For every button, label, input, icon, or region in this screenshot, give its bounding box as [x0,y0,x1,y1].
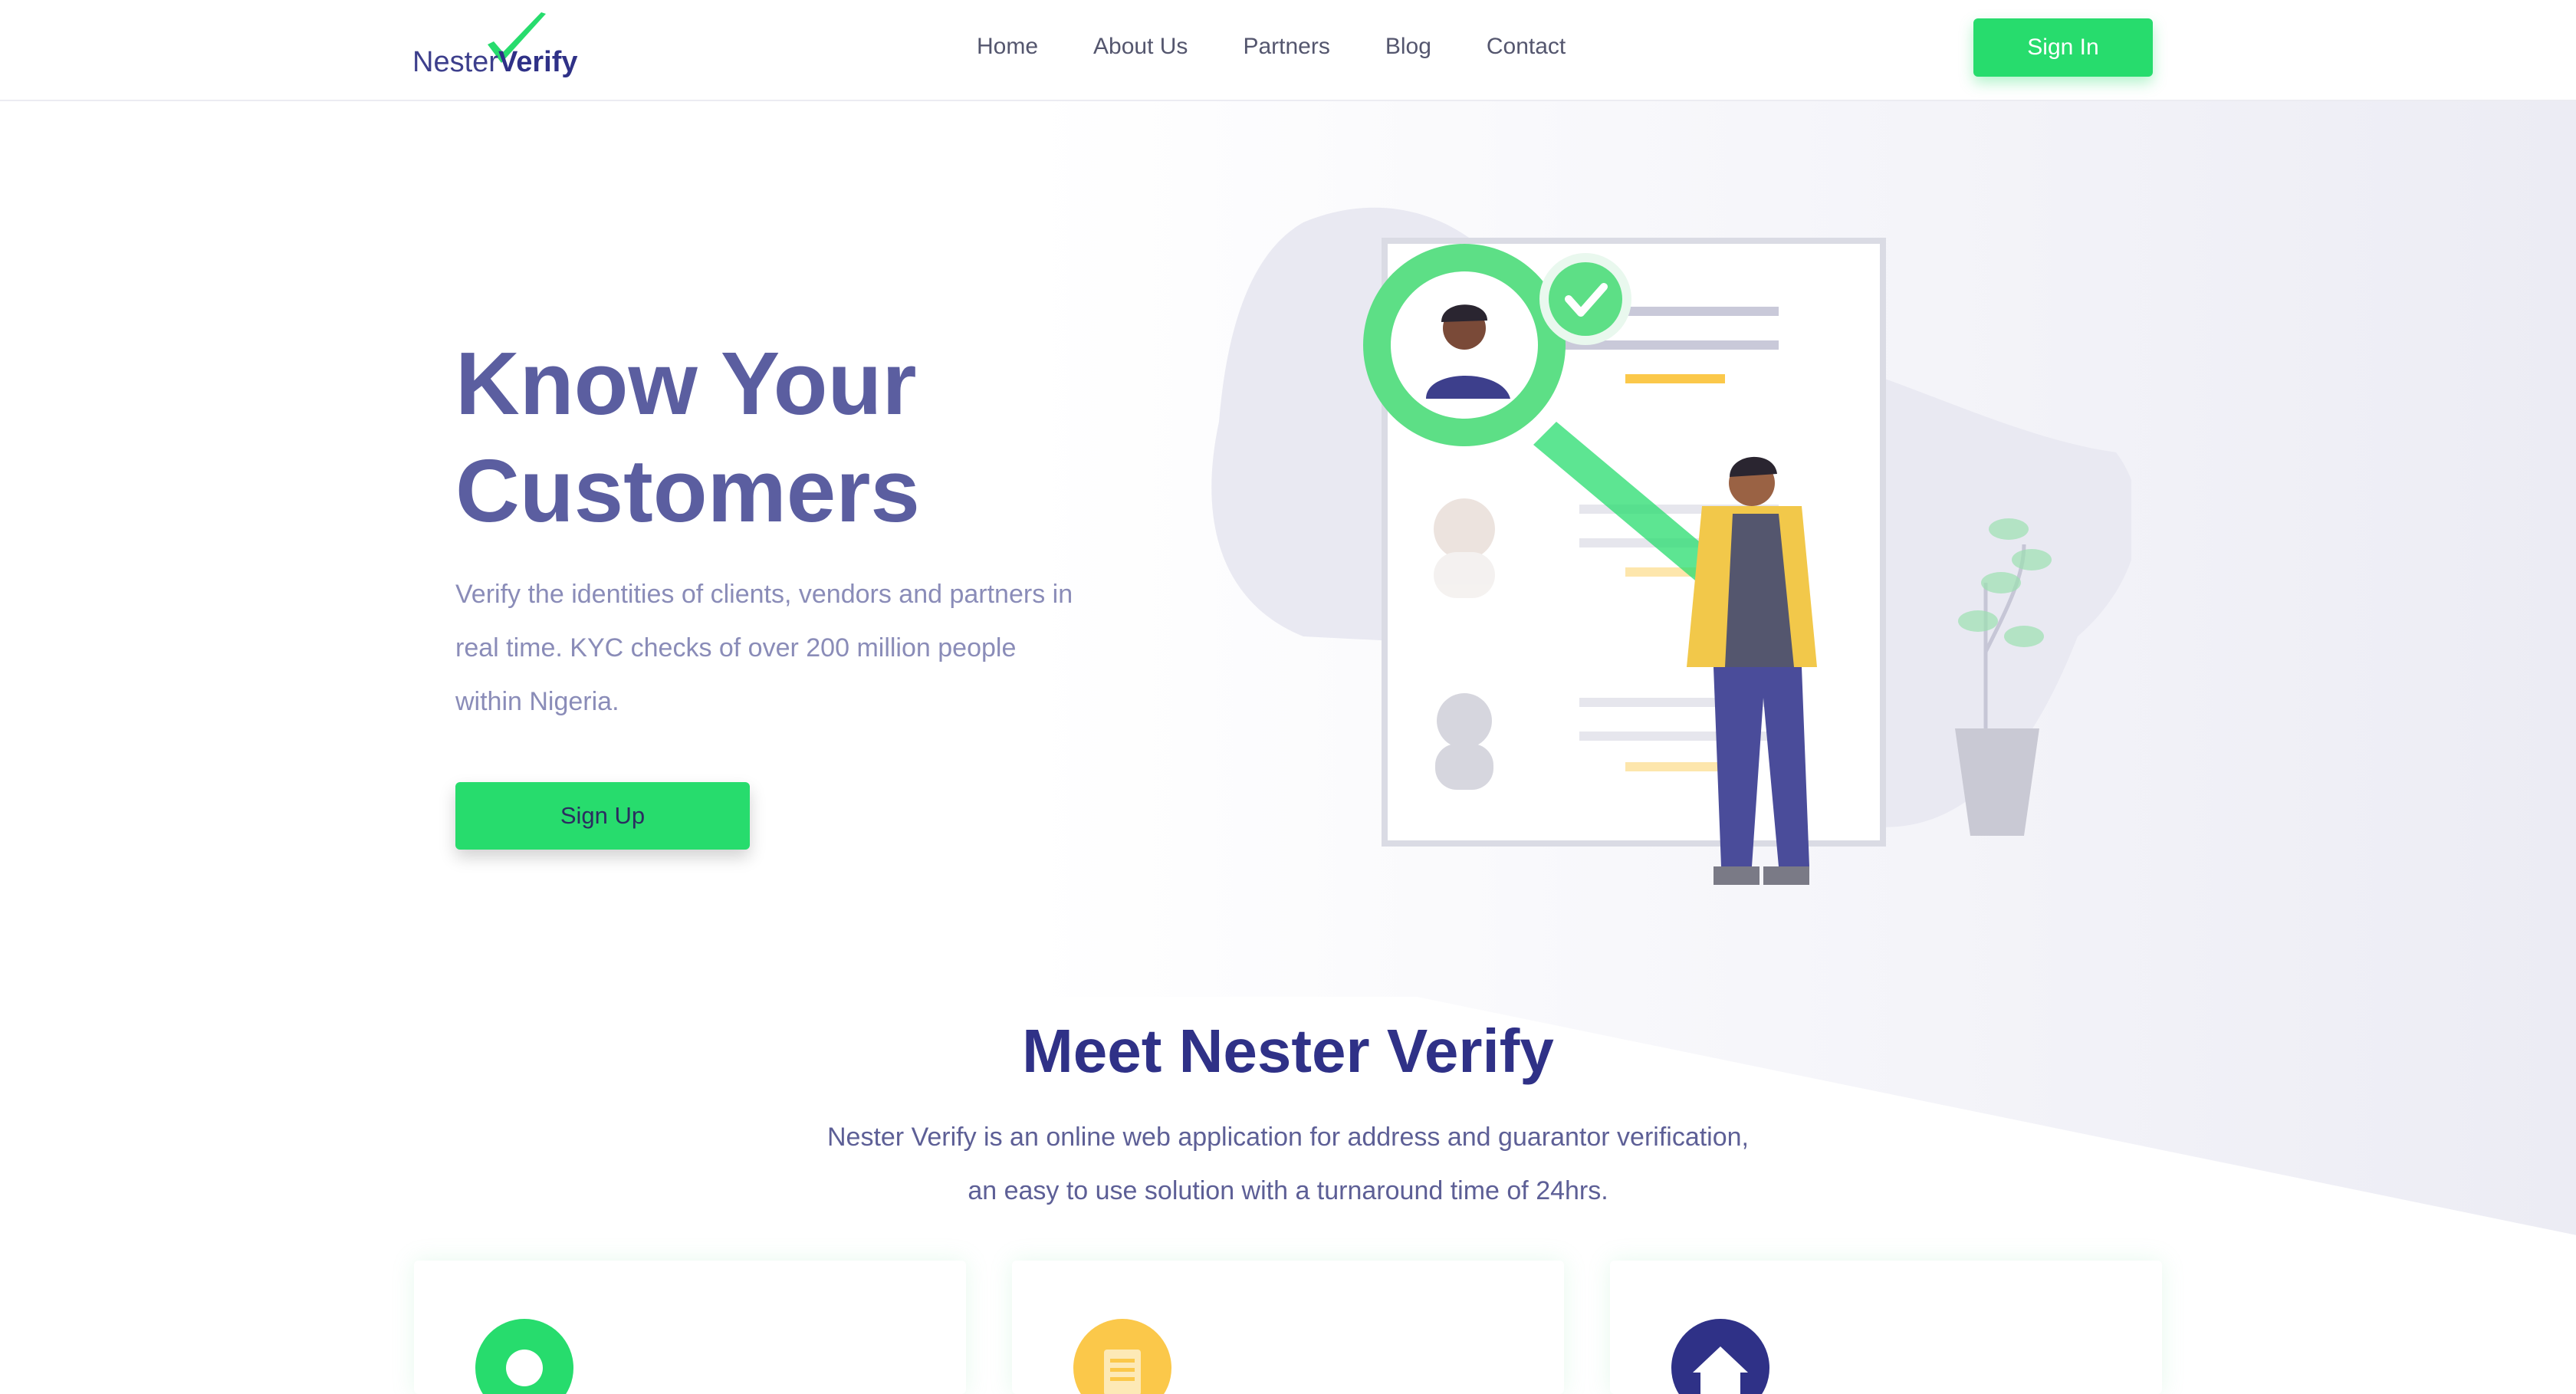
meet-description-line-1: Nester Verify is an online web applicati… [826,1123,1749,1152]
nav-contact[interactable]: Contact [1487,34,1566,60]
hero-title-line-2: Customers [455,441,920,541]
home-icon [1671,1319,1769,1394]
feature-card-guarantor [1610,1261,2162,1394]
logo-text-verify: Verify [498,46,578,78]
check-badge-icon [1549,262,1622,336]
hero-subtitle-line-2: real time. KYC checks of over 200 millio… [455,633,1017,662]
person-icon [475,1319,573,1394]
top-navbar: Nester Verify Home About Us Partners Blo… [0,0,2576,101]
document-icon [1073,1319,1171,1394]
feature-card-address [1012,1261,1564,1394]
meet-description-line-2: an easy to use solution with a turnaroun… [968,1176,1608,1205]
logo-text-nester: Nester [412,46,498,78]
brand-logo[interactable]: Nester Verify [412,11,581,87]
nav-about-us[interactable]: About Us [1093,34,1188,60]
hero-subtitle-line-1: Verify the identities of clients, vendor… [455,580,1073,609]
kyc-search-illustration [1211,207,2131,885]
nav-home[interactable]: Home [977,34,1038,60]
nav-blog[interactable]: Blog [1385,34,1431,60]
meet-section-description: Nester Verify is an online web applicati… [0,1110,2576,1218]
hero-subtitle: Verify the identities of clients, vendor… [455,567,1145,728]
nav-partners[interactable]: Partners [1243,34,1329,60]
hero-subtitle-line-3: within Nigeria. [455,687,619,716]
sign-up-button[interactable]: Sign Up [455,782,750,850]
sign-in-button[interactable]: Sign In [1973,18,2153,77]
hero-title-line-1: Know Your [455,334,917,433]
meet-section-title: Meet Nester Verify [1022,1017,1554,1085]
hero-title: Know Your Customers [455,330,1145,544]
feature-card-identity [414,1261,966,1394]
main-nav: Home About Us Partners Blog Contact [977,34,1566,60]
